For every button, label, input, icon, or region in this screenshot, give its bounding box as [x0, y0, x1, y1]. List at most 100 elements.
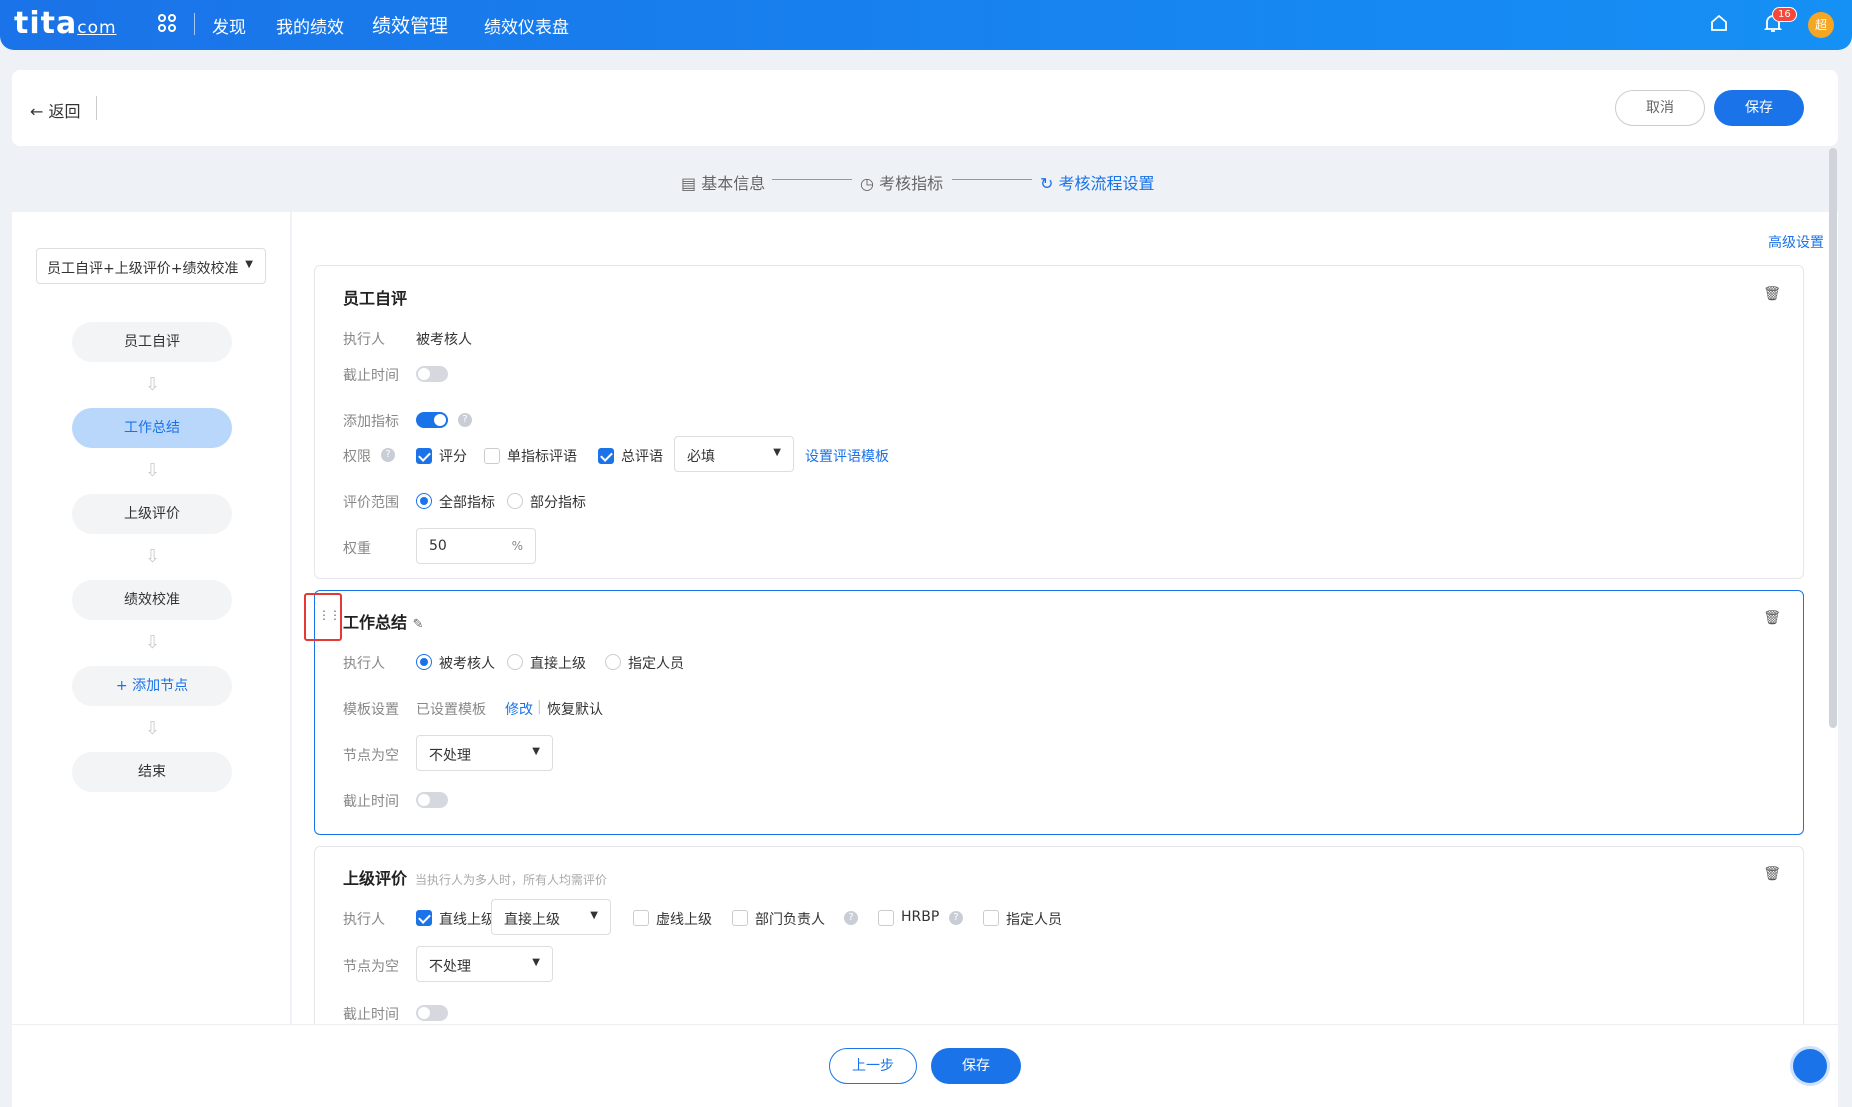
- node-self-review[interactable]: 员工自评: [72, 322, 232, 362]
- node-work-summary[interactable]: 工作总结: [72, 408, 232, 448]
- executor-assigned-radio[interactable]: [605, 654, 621, 670]
- range-all-label: 全部指标: [439, 495, 495, 511]
- percent-unit: %: [511, 539, 523, 553]
- executor-direct-radio[interactable]: [507, 654, 523, 670]
- empty-node-label: 节点为空: [343, 748, 399, 764]
- node-manager-review[interactable]: 上级评价: [72, 494, 232, 534]
- range-part-radio[interactable]: [507, 493, 523, 509]
- required-select[interactable]: 必填 ▼: [674, 436, 794, 472]
- caret-down-icon: ▼: [245, 259, 253, 270]
- nav-divider: [194, 13, 195, 35]
- dotted-manager-checkbox[interactable]: [633, 910, 649, 926]
- footer-bar: [12, 1024, 1838, 1107]
- assigned-person-checkbox[interactable]: [983, 910, 999, 926]
- arrow-down-icon: ⇩: [145, 546, 161, 567]
- empty-node-select[interactable]: 不处理 ▼: [416, 735, 553, 771]
- apps-grid-icon[interactable]: [158, 14, 176, 32]
- line-manager-checkbox[interactable]: [416, 910, 432, 926]
- header-divider: [96, 96, 97, 120]
- flow-template-select[interactable]: 员工自评+上级评价+绩效校准 ▼: [36, 248, 266, 284]
- caret-down-icon: ▼: [590, 910, 598, 921]
- range-part-label: 部分指标: [530, 495, 586, 511]
- assistant-icon[interactable]: [1790, 1046, 1830, 1086]
- nav-my-performance[interactable]: 我的绩效: [276, 13, 344, 38]
- perm-total-label: 总评语: [621, 449, 663, 465]
- perm-single-checkbox[interactable]: [484, 448, 500, 464]
- range-all-radio[interactable]: [416, 493, 432, 509]
- step-connector: [952, 179, 1032, 180]
- executor-label: 执行人: [343, 912, 385, 928]
- dotted-manager-label: 虚线上级: [656, 912, 712, 928]
- restore-default-link[interactable]: 恢复默认: [547, 699, 603, 719]
- advanced-settings-link[interactable]: 高级设置: [1768, 232, 1824, 252]
- add-node-button[interactable]: + 添加节点: [72, 666, 232, 706]
- line-manager-label: 直线上级: [439, 912, 495, 928]
- weight-input[interactable]: 50%: [416, 528, 536, 564]
- card-title: 工作总结 ✎: [343, 613, 424, 632]
- deadline-label: 截止时间: [343, 368, 399, 384]
- top-nav: titacom 发现 我的绩效 绩效管理 绩效仪表盘 16 超: [0, 0, 1852, 50]
- add-metric-label: 添加指标: [343, 414, 399, 430]
- step-process-settings[interactable]: ↻ 考核流程设置: [1040, 170, 1155, 194]
- executor-reviewee-label: 被考核人: [439, 656, 495, 672]
- logo[interactable]: titacom: [14, 6, 117, 41]
- set-comment-template-link[interactable]: 设置评语模板: [805, 446, 889, 466]
- step-basic-info[interactable]: ▤ 基本信息: [681, 170, 765, 194]
- modify-template-link[interactable]: 修改: [505, 699, 533, 719]
- help-icon[interactable]: ?: [381, 448, 395, 462]
- cancel-button[interactable]: 取消: [1615, 90, 1705, 126]
- arrow-down-icon: ⇩: [145, 374, 161, 395]
- trash-icon[interactable]: 🗑: [1763, 286, 1781, 302]
- avatar[interactable]: 超: [1808, 12, 1834, 38]
- deadline-toggle[interactable]: [416, 1005, 448, 1021]
- drag-handle-icon[interactable]: ⋮⋮: [318, 609, 341, 621]
- line-manager-select[interactable]: 直接上级 ▼: [491, 899, 611, 935]
- card-title: 员工自评: [343, 289, 408, 308]
- save-button-top[interactable]: 保存: [1714, 90, 1804, 126]
- nav-discover[interactable]: 发现: [212, 13, 246, 38]
- help-icon[interactable]: ?: [949, 911, 963, 925]
- plus-icon: +: [115, 678, 133, 694]
- nav-performance-dashboard[interactable]: 绩效仪表盘: [484, 13, 569, 38]
- perm-score-checkbox[interactable]: [416, 448, 432, 464]
- save-button-bottom[interactable]: 保存: [931, 1048, 1021, 1084]
- node-calibration[interactable]: 绩效校准: [72, 580, 232, 620]
- hrbp-checkbox[interactable]: [878, 910, 894, 926]
- link-divider: |: [537, 699, 542, 715]
- permission-label: 权限: [343, 449, 371, 465]
- trash-icon[interactable]: 🗑: [1763, 866, 1781, 882]
- document-icon: ▤: [681, 174, 697, 193]
- empty-node-select[interactable]: 不处理 ▼: [416, 946, 553, 982]
- add-metric-toggle[interactable]: [416, 412, 448, 428]
- help-icon[interactable]: ?: [844, 911, 858, 925]
- caret-down-icon: ▼: [532, 746, 540, 757]
- assigned-person-label: 指定人员: [1006, 912, 1062, 928]
- nav-performance-management[interactable]: 绩效管理: [372, 11, 448, 38]
- card-work-summary: 工作总结 ✎ 🗑 执行人 被考核人 直接上级 指定人员 模板设置 已设置模板 修…: [314, 590, 1804, 835]
- dept-head-checkbox[interactable]: [732, 910, 748, 926]
- deadline-toggle[interactable]: [416, 792, 448, 808]
- deadline-toggle[interactable]: [416, 366, 448, 382]
- scrollbar[interactable]: [1829, 148, 1837, 728]
- home-icon[interactable]: [1710, 14, 1728, 32]
- trash-icon[interactable]: 🗑: [1763, 610, 1781, 626]
- gauge-icon: ◷: [860, 174, 874, 193]
- card-self-review: 员工自评 🗑 执行人 被考核人 截止时间 添加指标 ? 权限 ? 评分 单指标评…: [314, 265, 1804, 579]
- executor-assigned-label: 指定人员: [628, 656, 684, 672]
- perm-total-checkbox[interactable]: [598, 448, 614, 464]
- edit-pencil-icon[interactable]: ✎: [413, 617, 424, 632]
- step-metrics[interactable]: ◷ 考核指标: [860, 170, 943, 194]
- flow-sidebar: 员工自评+上级评价+绩效校准 ▼ 员工自评 ⇩ 工作总结 ⇩ 上级评价 ⇩ 绩效校…: [12, 212, 290, 1107]
- executor-direct-label: 直接上级: [530, 656, 586, 672]
- node-end[interactable]: 结束: [72, 752, 232, 792]
- step-connector: [772, 179, 852, 180]
- executor-reviewee-radio[interactable]: [416, 654, 432, 670]
- card-hint: 当执行人为多人时，所有人均需评价: [415, 873, 608, 887]
- help-icon[interactable]: ?: [458, 413, 472, 427]
- caret-down-icon: ▼: [532, 957, 540, 968]
- dept-head-label: 部门负责人: [755, 912, 825, 928]
- back-button[interactable]: ← 返回: [30, 98, 81, 122]
- previous-step-button[interactable]: 上一步: [829, 1048, 917, 1084]
- hrbp-label: HRBP: [901, 909, 940, 925]
- weight-label: 权重: [343, 541, 371, 557]
